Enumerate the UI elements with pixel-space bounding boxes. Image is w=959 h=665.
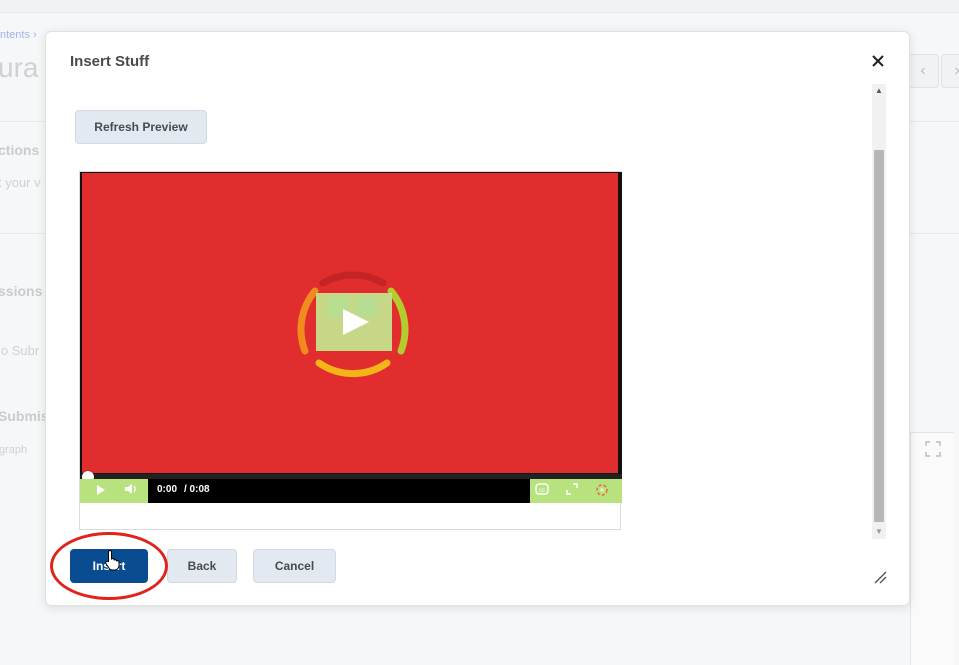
back-button[interactable]: Back bbox=[167, 549, 237, 583]
svg-text:cc: cc bbox=[539, 488, 545, 494]
current-time: 0:00 bbox=[157, 484, 178, 495]
next-button[interactable]: › bbox=[941, 54, 959, 88]
chevron-right-icon: › bbox=[954, 62, 959, 79]
cancel-button[interactable]: Cancel bbox=[253, 549, 336, 583]
play-icon[interactable] bbox=[93, 483, 109, 499]
kaltura-logo-icon[interactable] bbox=[594, 483, 610, 499]
scroll-up-icon[interactable]: ▲ bbox=[872, 84, 886, 98]
fullscreen-icon[interactable] bbox=[564, 483, 580, 499]
video-frame bbox=[80, 172, 622, 474]
controls-right: cc bbox=[530, 479, 622, 503]
vertical-scrollbar[interactable]: ▲ ▼ bbox=[872, 84, 886, 539]
hand-cursor-icon bbox=[105, 549, 120, 571]
instructions-text: t your v bbox=[0, 175, 41, 190]
dialog-title: Insert Stuff bbox=[70, 53, 150, 70]
player-controls: 0:00 / 0:08 cc bbox=[80, 479, 622, 503]
top-bar bbox=[0, 0, 959, 13]
paragraph-format-select[interactable]: graph bbox=[0, 444, 27, 456]
divider bbox=[910, 233, 959, 234]
divider bbox=[0, 121, 45, 122]
page-title: ura bbox=[0, 52, 39, 83]
section-heading-instructions: ctions bbox=[0, 142, 40, 158]
close-icon bbox=[872, 55, 884, 67]
fullscreen-icon[interactable] bbox=[924, 440, 944, 460]
video-player: 0:00 / 0:08 cc bbox=[79, 171, 622, 530]
prev-button[interactable]: ‹ bbox=[907, 54, 939, 88]
refresh-preview-button[interactable]: Refresh Preview bbox=[75, 110, 207, 144]
close-button[interactable] bbox=[867, 50, 889, 72]
resize-handle-icon[interactable] bbox=[872, 569, 888, 585]
total-time: / 0:08 bbox=[184, 484, 210, 495]
divider bbox=[910, 121, 959, 122]
breadcrumb[interactable]: ntents › bbox=[0, 29, 37, 41]
scrollbar-thumb[interactable] bbox=[874, 150, 884, 522]
section-heading-submissions: ssions bbox=[0, 283, 43, 299]
kaltura-logo-play-icon[interactable] bbox=[283, 253, 423, 393]
divider bbox=[910, 12, 959, 13]
section-heading-submit: Submis bbox=[0, 408, 49, 424]
editor-panel bbox=[910, 432, 954, 665]
divider bbox=[0, 233, 45, 234]
submissions-text: lo Subr bbox=[0, 343, 40, 358]
closed-captions-icon[interactable]: cc bbox=[534, 483, 550, 499]
scroll-down-icon[interactable]: ▼ bbox=[872, 525, 886, 539]
volume-icon[interactable] bbox=[123, 483, 139, 499]
controls-left bbox=[80, 479, 148, 503]
insert-stuff-dialog: Insert Stuff ▲ ▼ Refresh Preview 0:00 / … bbox=[45, 31, 910, 606]
chevron-left-icon: ‹ bbox=[920, 62, 926, 79]
video-area[interactable] bbox=[82, 173, 618, 473]
